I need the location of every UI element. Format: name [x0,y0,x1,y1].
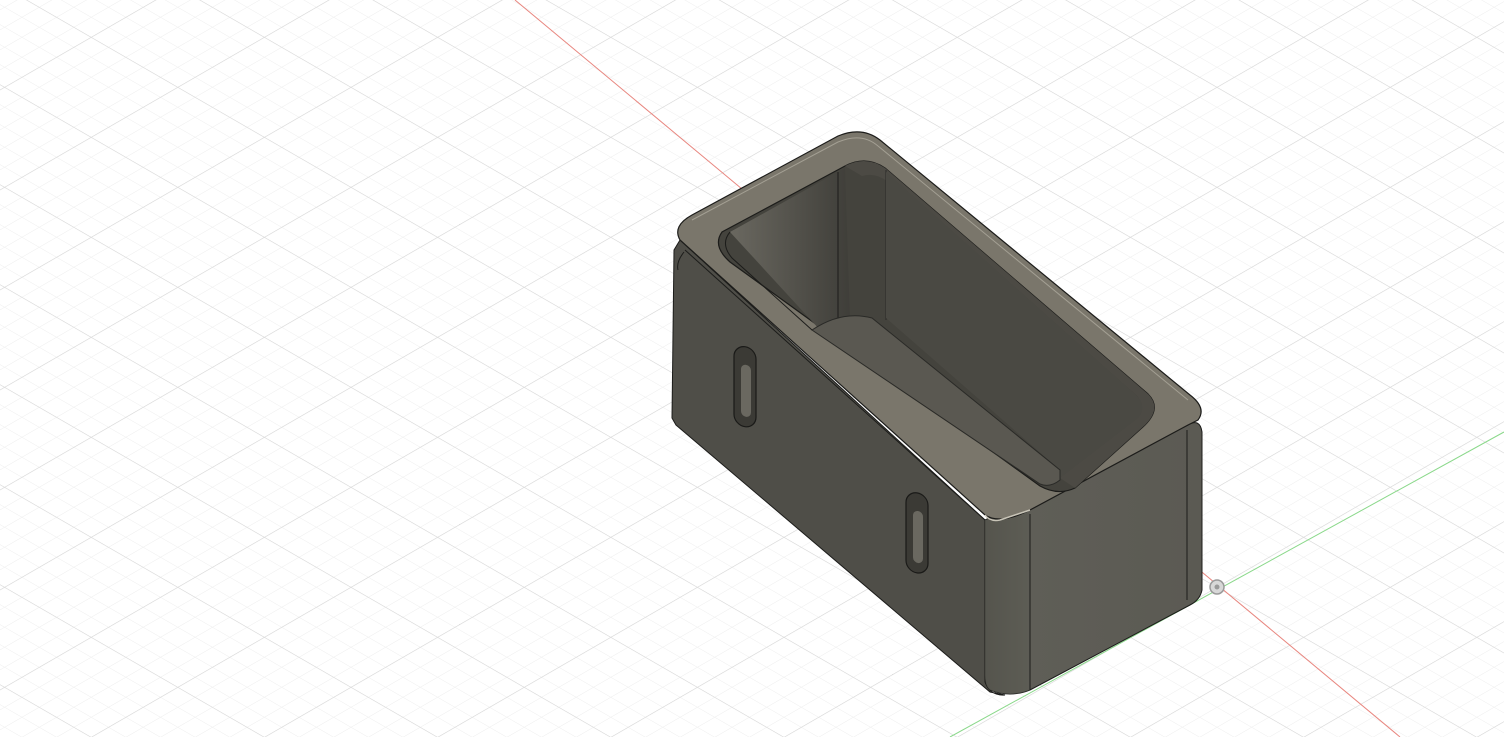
slot-left[interactable] [733,345,757,428]
origin-point-icon[interactable] [1209,579,1225,595]
viewport-canvas[interactable] [0,0,1504,737]
slot-right[interactable] [905,491,929,574]
3d-viewport[interactable] [0,0,1504,737]
